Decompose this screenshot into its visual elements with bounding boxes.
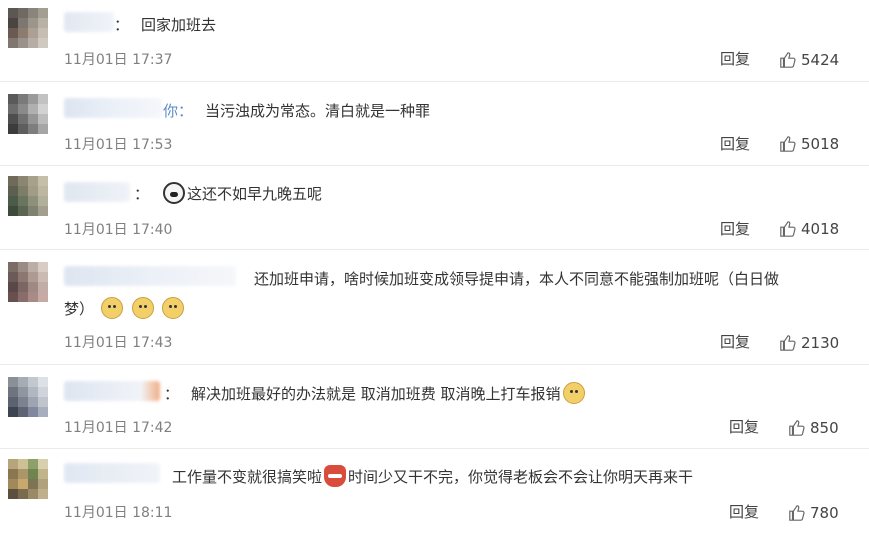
like-count: 5424	[801, 51, 840, 69]
like-count: 780	[810, 504, 839, 522]
comment-text: 你： 当污浊成为常态。清白就是一种罪	[163, 102, 431, 120]
like-button[interactable]: 5424	[779, 51, 839, 69]
like-count: 5018	[801, 135, 840, 153]
comment-time: 11月01日 17:37	[64, 52, 173, 68]
panda-emoji-icon	[163, 182, 186, 204]
thumbs-up-icon	[780, 136, 796, 152]
comment-item: ：这还不如早九晚五呢 11月01日 17:40 回复 4018	[0, 166, 869, 250]
comment-item: 工作量不变就很搞笑啦 时间少又干不完，你觉得老板会不会让你明天再来干 11月01日…	[0, 449, 869, 535]
thumbs-up-icon	[789, 420, 805, 436]
comment-time: 11月01日 17:40	[64, 222, 173, 238]
avatar[interactable]	[8, 94, 48, 134]
comment-item: ：解决加班最好的办法就是 取消加班费 取消晚上打车报销 11月01日 17:42…	[0, 365, 869, 449]
like-button[interactable]: 850	[788, 419, 839, 437]
comment-time: 11月01日 17:43	[64, 335, 173, 351]
reply-button[interactable]: 回复	[720, 133, 750, 154]
reply-button[interactable]: 回复	[720, 218, 750, 239]
comment-text: ：这还不如早九晚五呢	[134, 181, 322, 207]
reply-button[interactable]: 回复	[720, 48, 750, 69]
comment-item: 你： 当污浊成为常态。清白就是一种罪 11月01日 17:53 回复 5018	[0, 82, 869, 166]
avatar[interactable]	[8, 459, 48, 499]
username-blurred[interactable]	[64, 98, 162, 118]
reply-button[interactable]: 回复	[729, 416, 759, 437]
comment-item: ：回家加班去 11月01日 17:37 回复 5424	[0, 0, 869, 82]
comment-text: ：解决加班最好的办法就是 取消加班费 取消晚上打车报销	[164, 381, 587, 407]
comment-list: ：回家加班去 11月01日 17:37 回复 5424 你： 当污浊成为常态。清白…	[0, 0, 869, 535]
thumbs-up-icon	[789, 505, 805, 521]
doge-emoji-icon	[100, 297, 123, 319]
avatar[interactable]	[8, 377, 48, 417]
like-button[interactable]: 2130	[779, 334, 839, 352]
like-button[interactable]: 5018	[779, 135, 839, 153]
username-blurred[interactable]	[64, 463, 160, 483]
avatar[interactable]	[8, 176, 48, 216]
comment-text: ：回家加班去	[114, 16, 217, 34]
doge-emoji-icon	[131, 297, 154, 319]
like-button[interactable]: 4018	[779, 220, 839, 238]
like-count: 2130	[801, 334, 840, 352]
thumbs-up-icon	[780, 52, 796, 68]
comment-time: 11月01日 17:53	[64, 137, 173, 153]
reply-button[interactable]: 回复	[720, 331, 750, 352]
comment-item: 还加班申请，啥时候加班变成领导提申请，本人不同意不能强制加班呢（白日做 梦） 1…	[0, 250, 869, 365]
comment-time: 11月01日 17:42	[64, 420, 173, 436]
avatar[interactable]	[8, 262, 48, 302]
like-button[interactable]: 780	[788, 504, 839, 522]
angry-emoji-icon	[324, 465, 347, 487]
like-count: 850	[810, 419, 839, 437]
doge-emoji-icon	[562, 382, 585, 404]
thumbs-up-icon	[780, 221, 796, 237]
comment-time: 11月01日 18:11	[64, 505, 173, 521]
username-blurred[interactable]	[64, 12, 114, 32]
username-blurred[interactable]	[64, 182, 130, 202]
doge-emoji-icon	[162, 297, 185, 319]
username-blurred[interactable]	[64, 381, 160, 401]
comment-text: 还加班申请，啥时候加班变成领导提申请，本人不同意不能强制加班呢（白日做	[254, 270, 780, 288]
reply-button[interactable]: 回复	[729, 501, 759, 522]
thumbs-up-icon	[780, 335, 796, 351]
comment-text-continued: 梦）	[64, 296, 186, 322]
avatar[interactable]	[8, 8, 48, 48]
like-count: 4018	[801, 220, 840, 238]
comment-text: 工作量不变就很搞笑啦 时间少又干不完，你觉得老板会不会让你明天再来干	[172, 464, 693, 490]
username-blurred[interactable]	[64, 266, 236, 286]
